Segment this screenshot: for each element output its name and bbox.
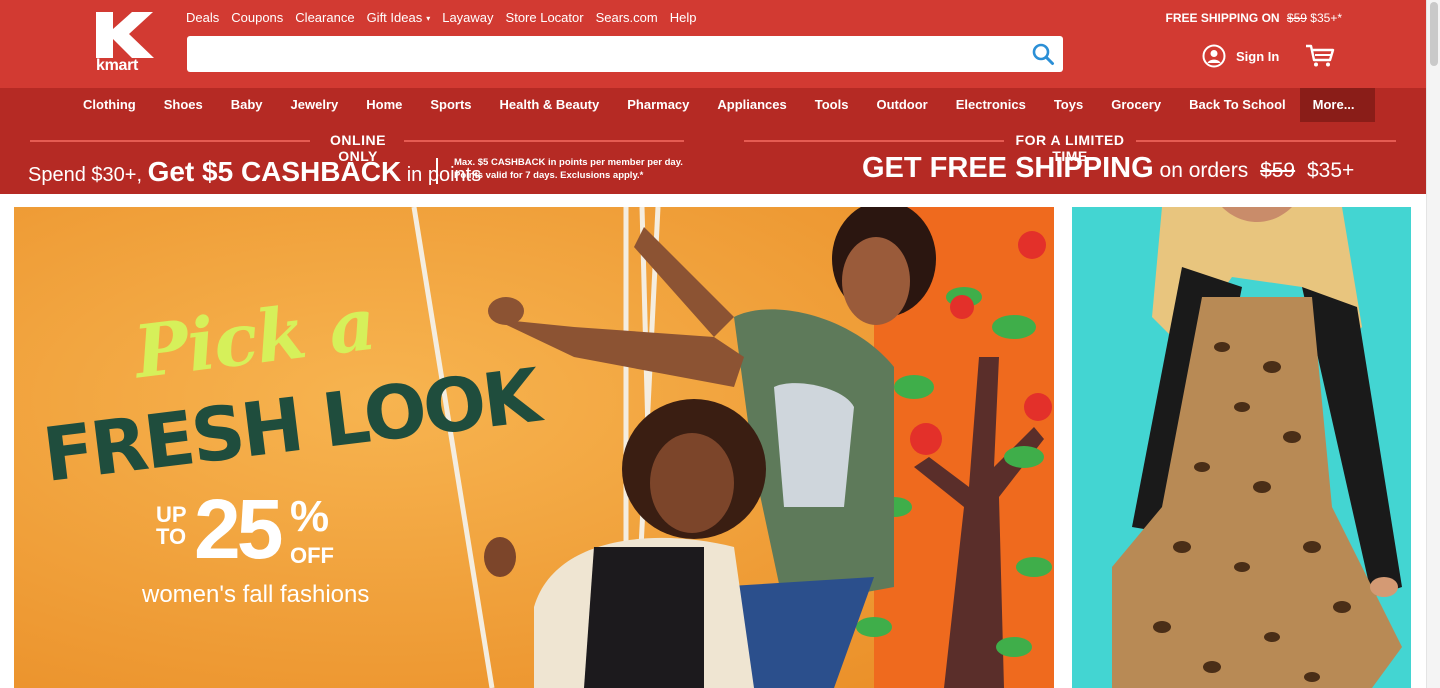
- link-store-locator[interactable]: Store Locator: [506, 10, 584, 26]
- promo-right-new-price: $35+: [1306, 159, 1355, 182]
- promo-left-rule-a: [30, 140, 310, 142]
- search-icon[interactable]: [1031, 42, 1055, 66]
- sign-in-button[interactable]: Sign In: [1202, 44, 1279, 68]
- link-layaway[interactable]: Layaway: [442, 10, 493, 26]
- nav-tools[interactable]: Tools: [801, 88, 863, 122]
- nav-more[interactable]: More...: [1299, 88, 1375, 122]
- k-logo-icon: [96, 12, 154, 58]
- nav-jewelry[interactable]: Jewelry: [277, 88, 353, 122]
- promo-right-mid: on orders: [1159, 159, 1249, 182]
- category-nav: Clothing Shoes Baby Jewelry Home Sports …: [0, 88, 1426, 122]
- promo-left-pre: Spend $30+,: [28, 164, 142, 186]
- nav-health-beauty[interactable]: Health & Beauty: [486, 88, 614, 122]
- link-deals[interactable]: Deals: [186, 10, 219, 26]
- free-shipping-banner[interactable]: FREE SHIPPING ON $59 $35+*: [1166, 10, 1342, 26]
- nav-home[interactable]: Home: [352, 88, 416, 122]
- link-clearance[interactable]: Clearance: [295, 10, 354, 26]
- nav-sports[interactable]: Sports: [416, 88, 485, 122]
- nav-electronics[interactable]: Electronics: [942, 88, 1040, 122]
- kmart-logo[interactable]: kmart: [96, 12, 156, 74]
- gift-ideas-label: Gift Ideas: [366, 10, 423, 25]
- site-header: kmart Deals Coupons Clearance Gift Ideas…: [0, 0, 1426, 88]
- promo-right-old-price: $59: [1260, 159, 1296, 182]
- nav-shoes[interactable]: Shoes: [150, 88, 217, 122]
- top-links: Deals Coupons Clearance Gift Ideas ▾ Laya…: [186, 10, 708, 26]
- link-help[interactable]: Help: [670, 10, 697, 26]
- nav-grocery[interactable]: Grocery: [1097, 88, 1175, 122]
- user-icon: [1202, 44, 1226, 68]
- search-bar: [187, 36, 1063, 72]
- promo-left-rule-b: [404, 140, 684, 142]
- promo-left-bold: Get $5 CASHBACK: [147, 156, 402, 187]
- link-coupons[interactable]: Coupons: [231, 10, 283, 26]
- promo-banner[interactable]: ONLINE ONLY Spend $30+, Get $5 CASHBACK …: [0, 122, 1426, 194]
- promo-left-headline: Spend $30+, Get $5 CASHBACK in points: [28, 156, 481, 188]
- free-shipping-label: FREE SHIPPING ON: [1165, 11, 1280, 25]
- promo-divider: [436, 158, 438, 184]
- kmart-homepage: kmart Deals Coupons Clearance Gift Ideas…: [0, 0, 1440, 688]
- nav-toys[interactable]: Toys: [1040, 88, 1097, 122]
- hero-percent-symbol: %: [290, 492, 330, 541]
- hero-banner[interactable]: Pick a FRESH LOOK UP TO 25 % OFF women's…: [14, 207, 1054, 688]
- promo-fine-line2: Points valid for 7 days. Exclusions appl…: [454, 170, 644, 181]
- promo-right-rule-b: [1136, 140, 1396, 142]
- hero-percent-value: 25: [194, 482, 283, 576]
- chevron-down-icon: ▾: [426, 13, 431, 23]
- scrollbar-thumb[interactable]: [1430, 2, 1438, 66]
- hero-up-to: UP TO: [156, 502, 187, 549]
- nav-appliances[interactable]: Appliances: [703, 88, 800, 122]
- nav-pharmacy[interactable]: Pharmacy: [613, 88, 703, 122]
- side-photo: [1072, 207, 1411, 688]
- link-sears[interactable]: Sears.com: [596, 10, 658, 26]
- side-promo-banner[interactable]: [1072, 207, 1411, 688]
- search-input[interactable]: [187, 36, 1007, 72]
- free-shipping-old-price: $59: [1286, 11, 1307, 25]
- nav-back-to-school[interactable]: Back To School: [1175, 88, 1300, 122]
- promo-left-fineprint: Max. $5 CASHBACK in points per member pe…: [454, 156, 683, 182]
- promo-right-headline: GET FREE SHIPPING on orders $59 $35+: [862, 152, 1354, 185]
- hero-off: OFF: [290, 543, 334, 568]
- promo-right-bold: GET FREE SHIPPING: [862, 152, 1154, 184]
- logo-wordmark: kmart: [96, 57, 139, 74]
- nav-baby[interactable]: Baby: [217, 88, 277, 122]
- nav-outdoor[interactable]: Outdoor: [862, 88, 941, 122]
- promo-right-rule-a: [744, 140, 1004, 142]
- nav-clothing[interactable]: Clothing: [69, 88, 150, 122]
- promo-fine-line1: Max. $5 CASHBACK in points per member pe…: [454, 157, 683, 168]
- page-scrollbar[interactable]: [1426, 0, 1440, 688]
- hero-subtitle: women's fall fashions: [142, 581, 370, 608]
- cart-icon[interactable]: [1305, 44, 1335, 68]
- free-shipping-new-price: $35+*: [1310, 11, 1342, 25]
- sign-in-label: Sign In: [1236, 48, 1280, 64]
- link-gift-ideas[interactable]: Gift Ideas ▾: [367, 10, 431, 26]
